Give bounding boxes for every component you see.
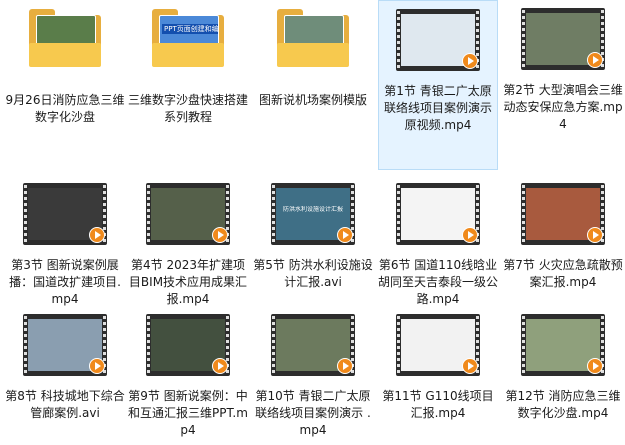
file-name-label: 三维数字沙盘快速搭建系列教程 — [128, 93, 249, 124]
video-file-item[interactable]: 第1节 青银二广太原联络线项目案例演示 原视频.mp4 — [378, 0, 498, 170]
file-name-label: 第1节 青银二广太原联络线项目案例演示 原视频.mp4 — [383, 84, 492, 132]
film-holes — [397, 185, 400, 243]
film-holes — [272, 185, 275, 243]
video-thumbnail-icon: 防洪水利设施设计汇报 — [271, 183, 355, 245]
file-name-label: 第9节 图新说案例：中和互通汇报三维PPT.mp4 — [128, 389, 248, 437]
video-thumbnail-icon — [146, 314, 230, 376]
video-file-item[interactable]: 第8节 科技城地下综合管廊案例.avi — [5, 306, 125, 440]
play-icon — [462, 53, 478, 69]
video-thumbnail-icon — [23, 183, 107, 245]
folder-icon: PPT页面创建和编辑技巧 — [152, 9, 224, 67]
video-thumbnail-icon — [146, 183, 230, 245]
play-icon — [337, 227, 353, 243]
play-icon — [212, 227, 228, 243]
video-thumbnail-icon — [521, 183, 605, 245]
film-holes — [397, 316, 400, 374]
video-thumbnail-icon — [521, 314, 605, 376]
play-icon — [89, 227, 105, 243]
film-holes — [522, 10, 525, 68]
video-file-item[interactable]: 第9节 图新说案例：中和互通汇报三维PPT.mp4 — [128, 306, 248, 440]
file-name-label: 第3节 图新说案例展播：国道改扩建项目.mp4 — [9, 258, 121, 306]
video-thumbnail-icon — [271, 314, 355, 376]
folder-item[interactable]: PPT页面创建和编辑技巧三维数字沙盘快速搭建系列教程 — [128, 0, 248, 170]
video-file-item[interactable]: 第10节 青银二广太原联络线项目案例演示 .mp4 — [253, 306, 373, 440]
video-file-item[interactable]: 第2节 大型演唱会三维动态安保应急方案.mp4 — [503, 0, 623, 170]
film-holes — [397, 11, 400, 69]
file-name-label: 第5节 防洪水利设施设计汇报.avi — [253, 258, 373, 289]
file-name-label: 第7节 火灾应急疏散预案汇报.mp4 — [503, 258, 623, 289]
video-file-item[interactable]: 第4节 2023年扩建项目BIM技术应用成果汇报.mp4 — [128, 175, 248, 306]
play-icon — [89, 358, 105, 374]
file-grid: 9月26日消防应急三维数字化沙盘PPT页面创建和编辑技巧三维数字沙盘快速搭建系列… — [0, 0, 625, 445]
file-name-label: 第8节 科技城地下综合管廊案例.avi — [5, 389, 125, 420]
file-name-label: 9月26日消防应急三维数字化沙盘 — [5, 93, 125, 124]
play-icon — [587, 358, 603, 374]
play-icon — [212, 358, 228, 374]
video-file-item[interactable]: 第3节 图新说案例展播：国道改扩建项目.mp4 — [5, 175, 125, 306]
file-name-label: 第12节 消防应急三维数字化沙盘.mp4 — [505, 389, 621, 420]
video-file-item[interactable]: 第7节 火灾应急疏散预案汇报.mp4 — [503, 175, 623, 303]
video-thumbnail-icon — [396, 183, 480, 245]
folder-item[interactable]: 图新说机场案例模版 — [253, 0, 373, 170]
video-file-item[interactable]: 第6节 国道110线晗业胡同至天吉泰段一级公路.mp4 — [378, 175, 498, 306]
video-thumbnail-icon — [521, 8, 605, 70]
folder-icon — [29, 9, 101, 67]
film-holes — [147, 316, 150, 374]
folder-icon — [277, 9, 349, 67]
film-holes — [522, 316, 525, 374]
file-name-label: 第4节 2023年扩建项目BIM技术应用成果汇报.mp4 — [128, 258, 248, 306]
play-icon — [587, 52, 603, 68]
video-file-item[interactable]: 第12节 消防应急三维数字化沙盘.mp4 — [503, 306, 623, 440]
play-icon — [462, 227, 478, 243]
video-file-item[interactable]: 第11节 G110线项目汇报.mp4 — [378, 306, 498, 440]
video-file-item[interactable]: 防洪水利设施设计汇报第5节 防洪水利设施设计汇报.avi — [253, 175, 373, 303]
play-icon — [462, 358, 478, 374]
play-icon — [587, 227, 603, 243]
video-frame-title: 防洪水利设施设计汇报 — [282, 206, 343, 213]
video-thumbnail-icon — [396, 314, 480, 376]
file-name-label: 第2节 大型演唱会三维动态安保应急方案.mp4 — [503, 83, 623, 131]
film-holes — [24, 185, 27, 243]
film-holes — [24, 316, 27, 374]
folder-preview-caption: PPT页面创建和编辑技巧 — [162, 24, 218, 34]
file-name-label: 第10节 青银二广太原联络线项目案例演示 .mp4 — [255, 389, 371, 437]
folder-item[interactable]: 9月26日消防应急三维数字化沙盘 — [5, 0, 125, 170]
film-holes — [147, 185, 150, 243]
film-holes — [272, 316, 275, 374]
file-name-label: 第11节 G110线项目汇报.mp4 — [382, 389, 494, 420]
file-name-label: 第6节 国道110线晗业胡同至天吉泰段一级公路.mp4 — [378, 258, 499, 306]
play-icon — [337, 358, 353, 374]
film-holes — [522, 185, 525, 243]
video-thumbnail-icon — [23, 314, 107, 376]
video-thumbnail-icon — [396, 9, 480, 71]
file-name-label: 图新说机场案例模版 — [258, 93, 367, 107]
